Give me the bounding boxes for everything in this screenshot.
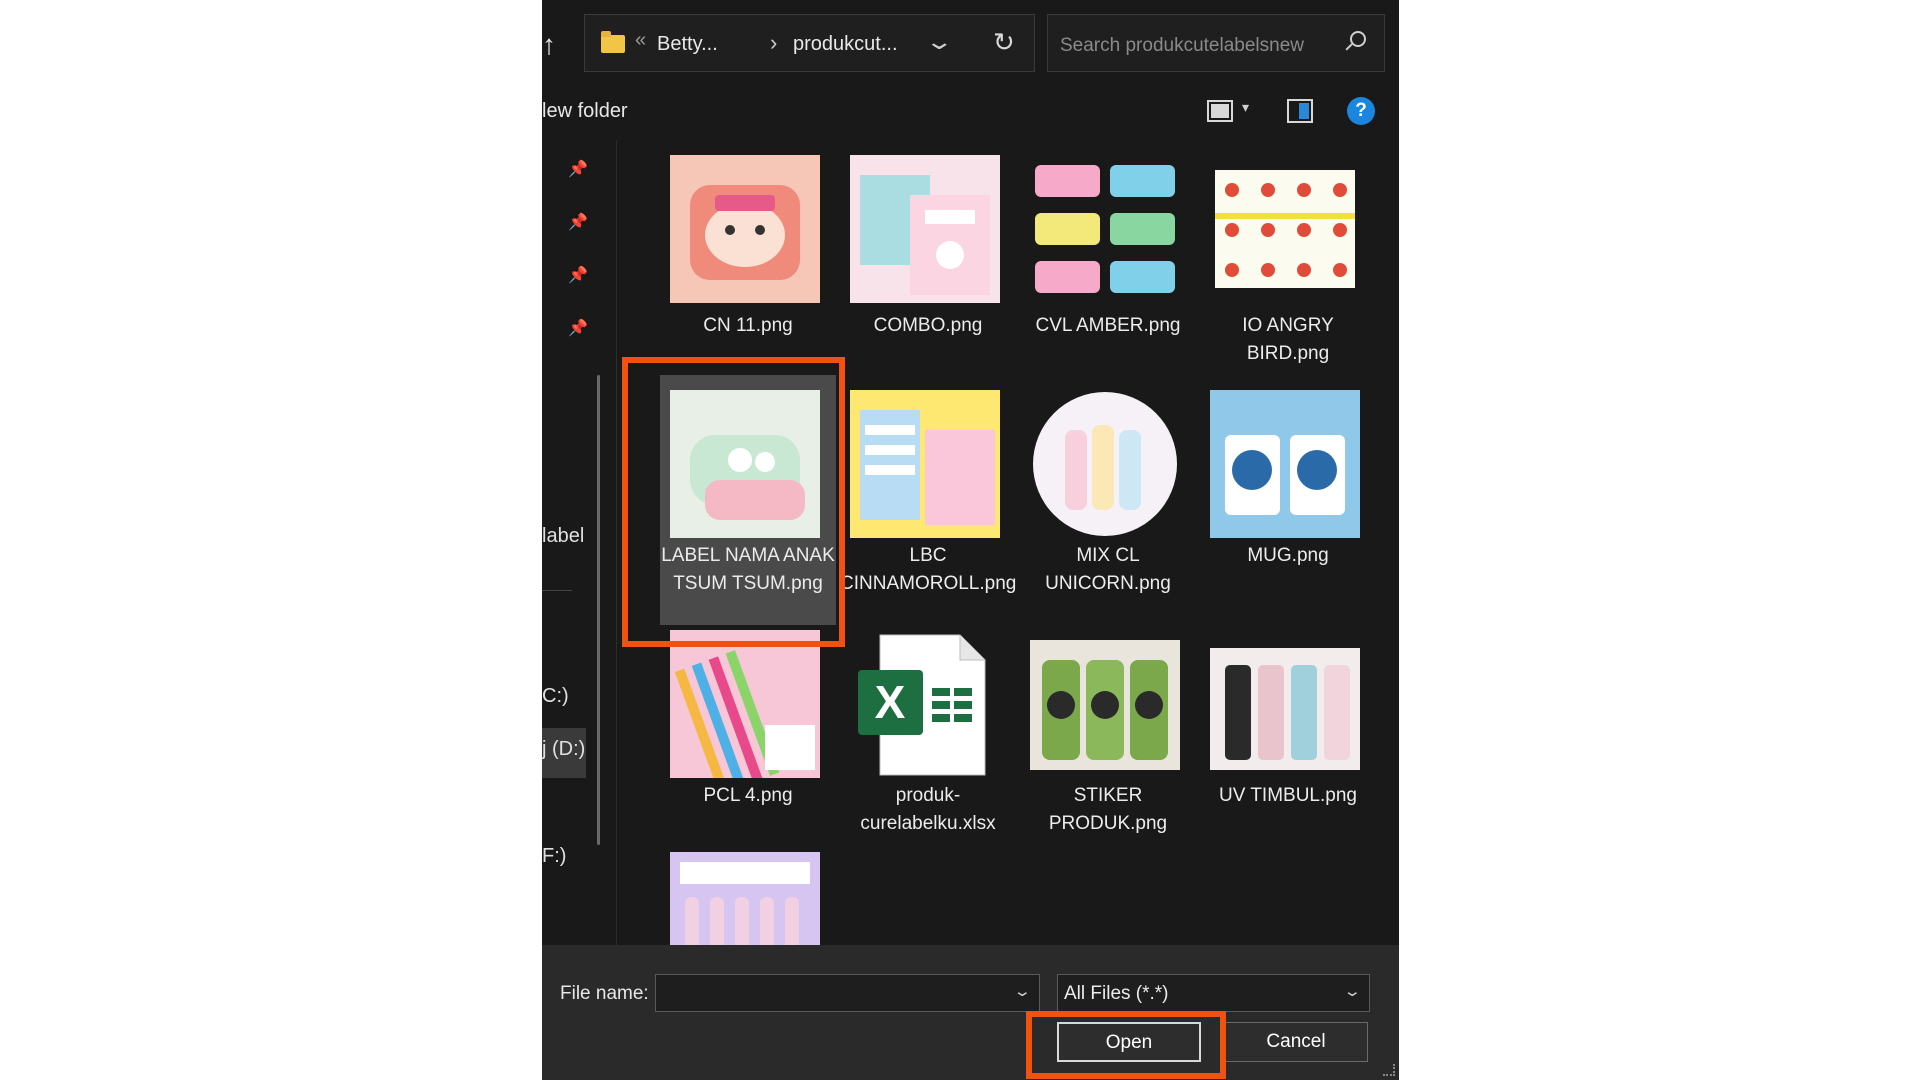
file-item[interactable]: CVL AMBER.png bbox=[1020, 140, 1196, 370]
file-name: PCL 4.png bbox=[703, 785, 793, 806]
nav-scrollbar[interactable] bbox=[597, 375, 600, 845]
file-thumbnail bbox=[850, 155, 1000, 303]
file-type-select[interactable]: All Files (*.*) ⌄ bbox=[1057, 974, 1370, 1012]
file-thumbnail bbox=[1030, 155, 1180, 303]
nav-divider bbox=[542, 590, 572, 591]
file-thumbnail bbox=[850, 390, 1000, 538]
file-name-label: File name: bbox=[560, 983, 649, 1004]
file-thumbnail bbox=[1210, 630, 1360, 778]
file-item[interactable]: STIKER PRODUK.png bbox=[1020, 630, 1196, 834]
caret-down-icon[interactable]: ▾ bbox=[1242, 99, 1249, 116]
view-mode-icon[interactable] bbox=[1207, 100, 1233, 122]
breadcrumb-separator-icon[interactable]: › bbox=[770, 30, 777, 56]
file-thumbnail bbox=[1030, 390, 1180, 538]
open-button[interactable]: Open bbox=[1057, 1022, 1201, 1062]
file-item[interactable]: X produk-curelabelku.xlsx bbox=[840, 630, 1016, 834]
file-grid: CN 11.png COMBO.png CVL AMBER.png IO ANG… bbox=[617, 140, 1399, 945]
pin-icon[interactable]: 📌 bbox=[568, 162, 588, 178]
chevron-down-icon[interactable]: ⌄ bbox=[1343, 982, 1362, 1000]
file-thumbnail bbox=[670, 155, 820, 303]
breadcrumb-overflow[interactable]: « bbox=[635, 29, 646, 52]
file-item[interactable]: UV TIMBUL.png bbox=[1200, 630, 1376, 830]
address-bar[interactable]: « Betty... › produkcut... ⌄ ↻ bbox=[584, 14, 1035, 72]
up-arrow-icon[interactable]: ↑ bbox=[542, 30, 566, 60]
new-folder-button[interactable]: lew folder bbox=[542, 100, 628, 123]
nav-item-label-folder[interactable]: label bbox=[542, 525, 584, 548]
file-item[interactable]: MUG.png bbox=[1200, 375, 1376, 625]
chevron-down-icon[interactable]: ⌄ bbox=[1013, 982, 1032, 1000]
file-item-selected[interactable]: LABEL NAMA ANAK TSUM TSUM.png bbox=[660, 375, 836, 625]
breadcrumb-item-current[interactable]: produkcut... bbox=[793, 33, 898, 56]
file-thumbnail bbox=[670, 852, 820, 945]
file-thumbnail bbox=[670, 630, 820, 778]
folder-icon bbox=[601, 31, 625, 53]
file-name: LABEL NAMA ANAK TSUM TSUM.png bbox=[661, 545, 835, 594]
file-item[interactable]: PCL 4.png bbox=[660, 630, 836, 830]
svg-text:X: X bbox=[875, 676, 906, 728]
file-thumbnail bbox=[1210, 390, 1360, 538]
file-name: CVL AMBER.png bbox=[1035, 315, 1181, 336]
file-thumbnail bbox=[1030, 630, 1180, 778]
file-name: CN 11.png bbox=[703, 315, 793, 336]
resize-grip-icon[interactable] bbox=[1383, 1064, 1395, 1076]
file-item[interactable]: LBC CINNAMOROLL.png bbox=[840, 375, 1016, 625]
pin-icon[interactable]: 📌 bbox=[568, 215, 588, 231]
help-icon[interactable]: ? bbox=[1347, 97, 1375, 125]
search-box[interactable]: Search produkcutelabelsnew bbox=[1047, 14, 1385, 72]
file-item[interactable]: MIX CL UNICORN.png bbox=[1020, 375, 1196, 625]
file-name: COMBO.png bbox=[873, 315, 983, 336]
search-icon[interactable] bbox=[1350, 31, 1366, 47]
search-input[interactable]: Search produkcutelabelsnew bbox=[1060, 35, 1304, 57]
file-name: UV TIMBUL.png bbox=[1219, 785, 1357, 806]
file-name: produk-curelabelku.xlsx bbox=[860, 785, 996, 834]
refresh-icon[interactable]: ↻ bbox=[993, 27, 1015, 58]
file-name: MUG.png bbox=[1247, 545, 1329, 566]
file-name: LBC CINNAMOROLL.png bbox=[840, 545, 1017, 594]
file-open-dialog: ↑ « Betty... › produkcut... ⌄ ↻ Search p… bbox=[542, 0, 1399, 1080]
cancel-button[interactable]: Cancel bbox=[1224, 1022, 1368, 1062]
file-name-input[interactable]: ⌄ bbox=[655, 974, 1040, 1012]
file-name: IO ANGRY BIRD.png bbox=[1242, 315, 1334, 364]
file-item[interactable]: COMBO.png bbox=[840, 140, 1016, 370]
file-item[interactable]: IO ANGRY BIRD.png bbox=[1200, 140, 1376, 370]
file-item[interactable]: CN 11.png bbox=[660, 140, 836, 370]
nav-item-drive-f[interactable]: F:) bbox=[542, 845, 566, 868]
file-item[interactable] bbox=[660, 852, 836, 945]
pin-icon[interactable]: 📌 bbox=[568, 268, 588, 284]
breadcrumb-item[interactable]: Betty... bbox=[657, 33, 718, 56]
file-type-value: All Files (*.*) bbox=[1064, 983, 1169, 1004]
file-name: STIKER PRODUK.png bbox=[1048, 785, 1168, 834]
excel-file-icon: X bbox=[850, 630, 1000, 778]
pin-icon[interactable]: 📌 bbox=[568, 321, 588, 337]
nav-item-drive-c[interactable]: C:) bbox=[542, 685, 569, 708]
file-thumbnail bbox=[670, 390, 820, 538]
dialog-footer: File name: ⌄ All Files (*.*) ⌄ Open Canc… bbox=[542, 945, 1399, 1080]
file-thumbnail bbox=[1210, 155, 1360, 303]
file-name: MIX CL UNICORN.png bbox=[1045, 545, 1171, 594]
preview-pane-icon[interactable] bbox=[1287, 99, 1313, 123]
nav-item-drive-d[interactable]: j (D:) bbox=[542, 738, 585, 761]
navigation-pane: 📌 📌 📌 📌 label C:) j (D:) F:) bbox=[542, 140, 617, 940]
chevron-down-icon[interactable]: ⌄ bbox=[924, 29, 954, 55]
